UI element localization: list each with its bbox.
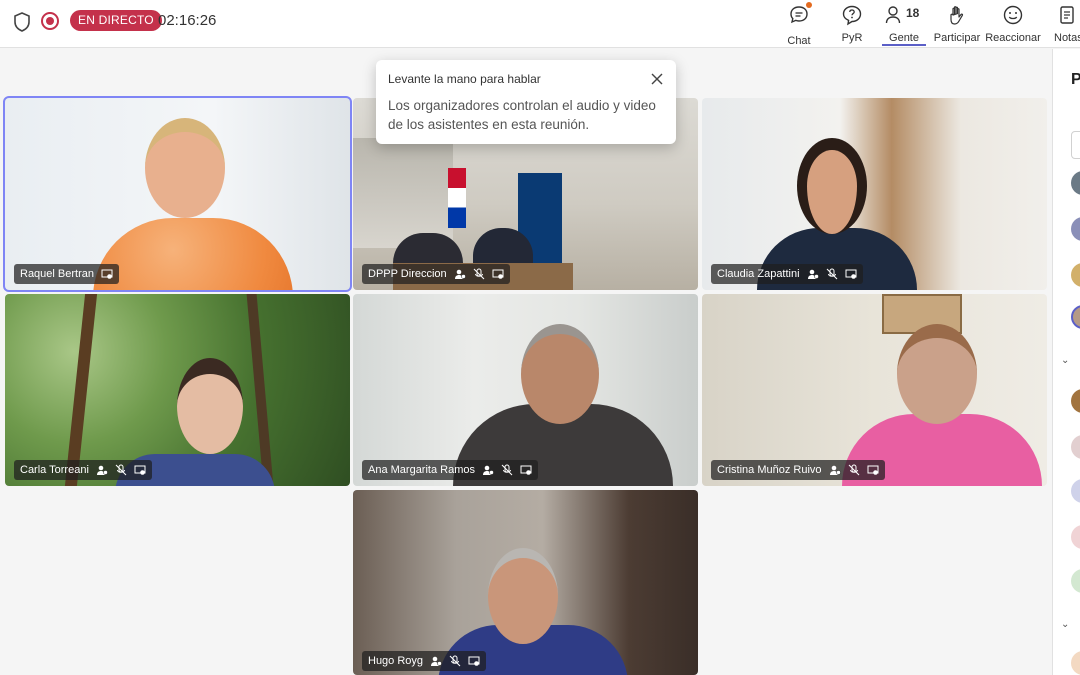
participant-face: [177, 358, 243, 454]
participant-name: Ana Margarita Ramos: [368, 464, 475, 476]
avatar[interactable]: [1071, 651, 1080, 675]
attendee-icon: [431, 656, 442, 666]
attendee-icon: [807, 269, 819, 279]
people-label: Gente: [889, 32, 919, 44]
avatar[interactable]: [1071, 479, 1080, 503]
window-background: [353, 138, 453, 248]
react-label: Reaccionar: [985, 32, 1041, 44]
raise-hand-button[interactable]: Participar: [933, 2, 981, 46]
flag-image: [448, 168, 466, 228]
notes-icon: [1060, 6, 1074, 24]
screen-share-icon: [492, 269, 504, 279]
video-tile[interactable]: Raquel Bertran: [3, 96, 352, 292]
screen-share-icon: [520, 465, 532, 475]
chevron-down-icon[interactable]: ⌄: [1061, 619, 1069, 630]
participant-face: [488, 548, 558, 644]
video-tile[interactable]: Hugo Royg: [353, 490, 698, 675]
participant-name: Cristina Muñoz Ruivo: [717, 464, 822, 476]
mic-off-icon: [848, 464, 859, 476]
avatar[interactable]: [1071, 305, 1080, 329]
video-tile[interactable]: Carla Torreani: [5, 294, 350, 486]
qa-button[interactable]: PyR: [838, 2, 866, 46]
screen-share-icon: [101, 269, 113, 279]
meeting-toolbar: EN DIRECTO 02:16:26 Chat PyR 18 Gente Pa…: [0, 0, 1080, 48]
screen-share-icon: [867, 465, 879, 475]
people-panel: P ⌄ ⌄: [1052, 49, 1080, 675]
recording-icon: [41, 12, 59, 30]
screen-share-icon: [468, 656, 480, 666]
raise-hand-label: Participar: [933, 32, 981, 44]
avatar[interactable]: [1071, 569, 1080, 593]
smiley-icon: [1003, 5, 1023, 25]
tooltip-title: Levante la mano para hablar: [388, 72, 541, 86]
attendee-icon: [96, 465, 108, 475]
mic-off-icon: [473, 268, 485, 280]
notes-button[interactable]: Notas: [1054, 2, 1080, 46]
mic-off-icon: [826, 268, 837, 280]
attendee-icon: [483, 465, 494, 475]
shield-icon[interactable]: [13, 12, 31, 32]
chevron-down-icon[interactable]: ⌄: [1061, 355, 1069, 366]
name-tag: Cristina Muñoz Ruivo: [711, 460, 885, 480]
react-button[interactable]: Reaccionar: [985, 2, 1041, 46]
people-button[interactable]: 18 Gente: [882, 2, 926, 46]
close-icon[interactable]: [650, 72, 664, 86]
attendee-icon: [454, 269, 466, 279]
screen-share-icon: [134, 465, 146, 475]
participant-face: [521, 324, 599, 424]
avatar[interactable]: [1071, 525, 1080, 549]
people-count: 18: [906, 6, 920, 20]
people-icon: [885, 6, 901, 24]
attendee-icon: [829, 465, 841, 475]
avatar[interactable]: [1071, 171, 1080, 195]
name-tag: Ana Margarita Ramos: [362, 460, 538, 480]
meeting-timer: 02:16:26: [158, 12, 217, 29]
avatar[interactable]: [1071, 263, 1080, 287]
panel-title: P: [1071, 71, 1080, 89]
participant-face: [897, 324, 977, 424]
qa-label: PyR: [841, 32, 863, 44]
video-tile[interactable]: Ana Margarita Ramos: [353, 294, 698, 486]
name-tag: Hugo Royg: [362, 651, 487, 671]
live-badge: EN DIRECTO: [70, 10, 162, 31]
mic-off-icon: [449, 655, 461, 667]
avatar[interactable]: [1071, 389, 1080, 413]
participant-face: [797, 138, 867, 234]
participant-face: [145, 118, 225, 218]
participant-name: DPPP Direccion: [368, 268, 447, 280]
name-tag: DPPP Direccion: [362, 264, 510, 284]
video-tile[interactable]: Cristina Muñoz Ruivo: [702, 294, 1047, 486]
name-tag: Raquel Bertran: [14, 264, 119, 284]
name-tag: Carla Torreani: [14, 460, 152, 480]
raise-hand-icon: [950, 6, 964, 25]
participant-name: Hugo Royg: [368, 655, 424, 667]
participant-name: Carla Torreani: [20, 464, 89, 476]
mic-off-icon: [115, 464, 127, 476]
mic-off-icon: [501, 464, 513, 476]
chat-label: Chat: [787, 35, 811, 47]
screen-share-icon: [845, 269, 857, 279]
question-icon: [842, 5, 862, 26]
unread-dot: [806, 2, 812, 8]
panel-search-input[interactable]: [1071, 131, 1080, 159]
video-tile[interactable]: Claudia Zapattini: [702, 98, 1047, 290]
avatar[interactable]: [1071, 435, 1080, 459]
raise-hand-tooltip: Levante la mano para hablar Los organiza…: [376, 60, 676, 144]
participant-name: Claudia Zapattini: [717, 268, 800, 280]
avatar[interactable]: [1071, 217, 1080, 241]
name-tag: Claudia Zapattini: [711, 264, 863, 284]
chat-button[interactable]: Chat: [786, 2, 812, 47]
participant-name: Raquel Bertran: [20, 268, 94, 280]
tooltip-body: Los organizadores controlan el audio y v…: [388, 98, 656, 132]
notes-label: Notas: [1054, 32, 1080, 44]
